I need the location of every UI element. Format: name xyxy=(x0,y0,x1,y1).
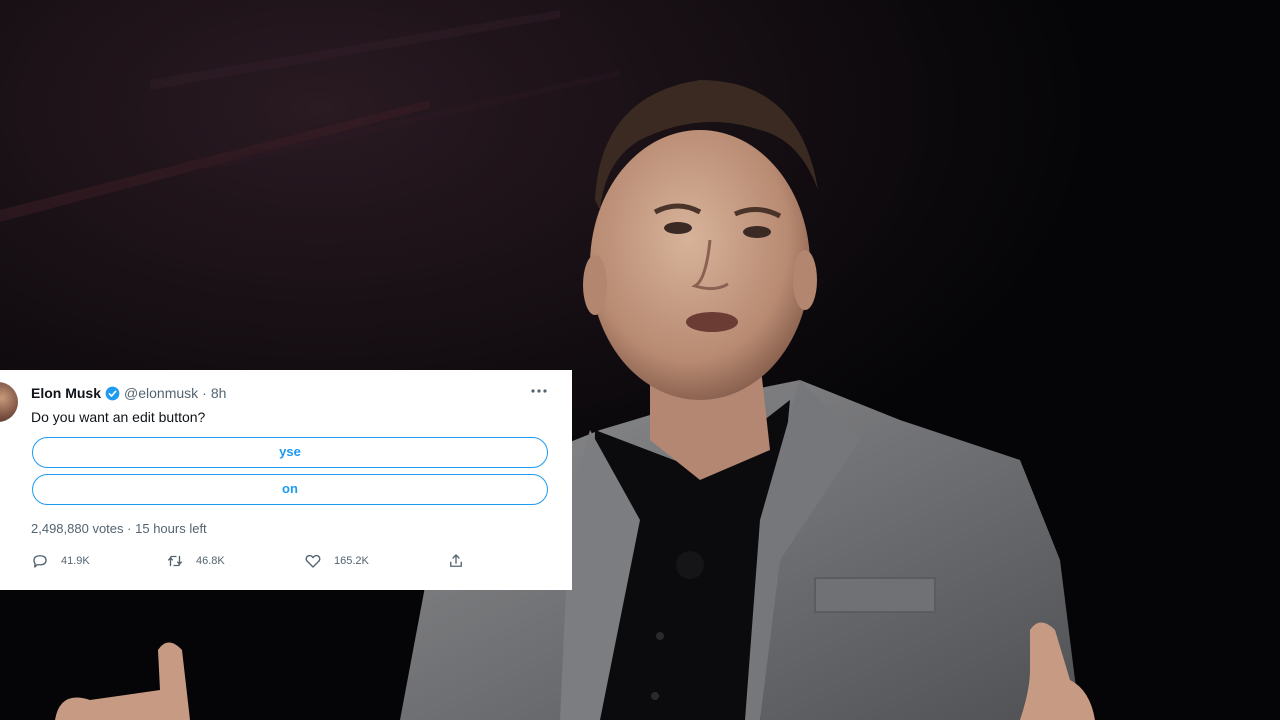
like-button[interactable]: 165.2K xyxy=(304,552,369,570)
verified-badge-icon xyxy=(105,386,120,400)
background-photo xyxy=(0,0,1280,720)
author-name[interactable]: Elon Musk xyxy=(31,384,101,402)
share-button[interactable] xyxy=(447,552,477,570)
tweet-text: Do you want an edit button? xyxy=(31,409,206,425)
poll-meta: 2,498,880 votes · 15 hours left xyxy=(31,521,207,536)
tweet-actions: 41.9K 46.8K 165.2K xyxy=(31,552,471,572)
reply-icon xyxy=(33,555,47,568)
avatar[interactable] xyxy=(0,382,18,422)
tweet-timestamp[interactable]: 8h xyxy=(211,384,227,402)
author-handle[interactable]: @elonmusk xyxy=(124,384,198,402)
more-options-button[interactable] xyxy=(529,382,549,400)
poll-option-yes[interactable]: yse xyxy=(32,437,548,468)
reply-count: 41.9K xyxy=(61,555,90,567)
poll-time-left: 15 hours left xyxy=(135,521,207,536)
header-separator: · xyxy=(202,385,207,401)
poll-option-no[interactable]: on xyxy=(32,474,548,505)
retweet-icon xyxy=(167,555,183,567)
poll-votes: 2,498,880 votes xyxy=(31,521,124,536)
tweet-card: Elon Musk @elonmusk · 8h Do you want an … xyxy=(0,370,572,590)
tweet-header: Elon Musk @elonmusk · 8h xyxy=(31,384,226,402)
poll-meta-separator: · xyxy=(127,521,132,536)
heart-icon xyxy=(305,554,321,568)
like-count: 165.2K xyxy=(334,555,369,567)
reply-button[interactable]: 41.9K xyxy=(31,552,90,570)
retweet-count: 46.8K xyxy=(196,555,225,567)
retweet-button[interactable]: 46.8K xyxy=(166,552,225,570)
screenshot-stage: Elon Musk @elonmusk · 8h Do you want an … xyxy=(0,0,1280,720)
more-horizontal-icon xyxy=(531,389,547,393)
share-icon xyxy=(450,554,462,567)
